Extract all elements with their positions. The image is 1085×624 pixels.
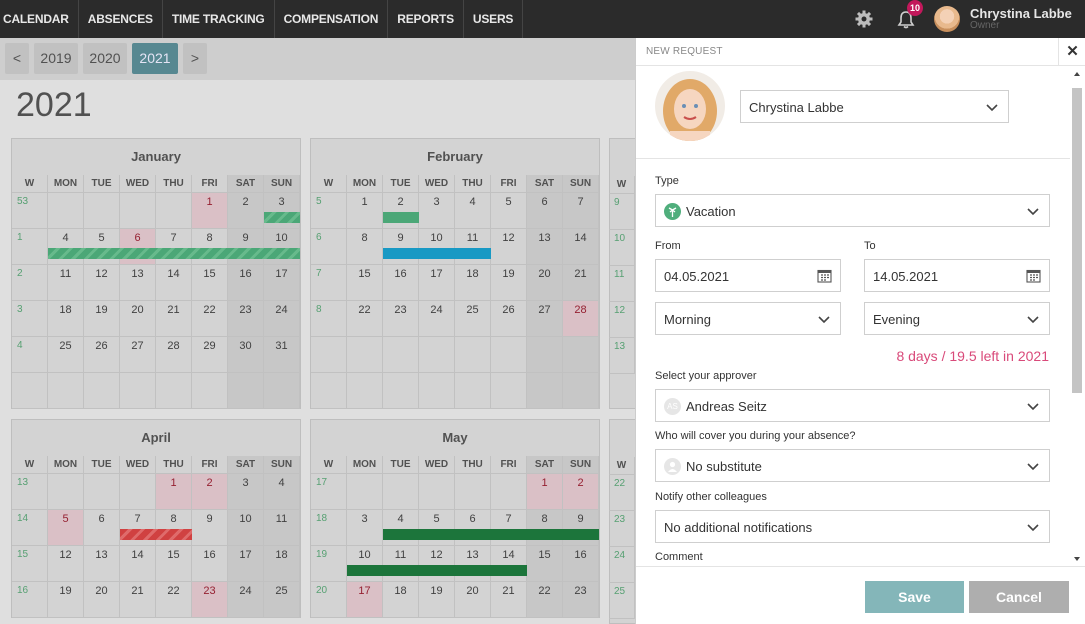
- from-date-value: 04.05.2021: [664, 269, 730, 284]
- nav-reports[interactable]: REPORTS: [388, 0, 464, 38]
- approver-label: Select your approver: [655, 370, 757, 382]
- to-date-input[interactable]: 14.05.2021: [864, 259, 1050, 292]
- substitute-value: No substitute: [686, 459, 762, 474]
- to-part-select[interactable]: Evening: [864, 302, 1050, 335]
- nav-users[interactable]: USERS: [464, 0, 524, 38]
- calendar-icon[interactable]: [1026, 268, 1041, 283]
- notify-value: No additional notifications: [664, 520, 813, 535]
- chevron-down-icon: [818, 316, 830, 324]
- approver-select[interactable]: AS Andreas Seitz: [655, 389, 1050, 422]
- close-button[interactable]: ✕: [1058, 38, 1085, 66]
- from-part-select[interactable]: Morning: [655, 302, 841, 335]
- calendar-icon[interactable]: [817, 268, 832, 283]
- substitute-select[interactable]: No substitute: [655, 449, 1050, 482]
- panel-header: NEW REQUEST ✕: [636, 38, 1085, 66]
- notify-label: Notify other colleagues: [655, 491, 767, 503]
- user-role: Owner: [970, 20, 1000, 31]
- to-date-value: 14.05.2021: [873, 269, 939, 284]
- notifications-button[interactable]: 10: [896, 0, 923, 30]
- type-select-value: Vacation: [686, 204, 736, 219]
- approver-value: Andreas Seitz: [686, 399, 767, 414]
- modal-backdrop[interactable]: [0, 38, 635, 624]
- divider: [636, 158, 1070, 159]
- panel-footer: Save Cancel: [636, 566, 1085, 624]
- notification-badge: 10: [907, 0, 923, 16]
- employee-select-value: Chrystina Labbe: [749, 100, 844, 115]
- chevron-down-icon: [986, 104, 998, 112]
- type-label: Type: [655, 175, 679, 187]
- nav-calendar[interactable]: CALENDAR: [0, 0, 79, 38]
- to-part-value: Evening: [873, 312, 920, 327]
- from-part-value: Morning: [664, 312, 711, 327]
- cancel-button[interactable]: Cancel: [969, 581, 1069, 613]
- employee-avatar: [655, 71, 725, 141]
- comment-label: Comment: [655, 551, 703, 563]
- save-button[interactable]: Save: [865, 581, 964, 613]
- panel-title: NEW REQUEST: [646, 46, 723, 57]
- days-summary: 8 days / 19.5 left in 2021: [896, 348, 1049, 364]
- type-select[interactable]: Vacation: [655, 194, 1050, 227]
- notify-select[interactable]: No additional notifications: [655, 510, 1050, 543]
- chevron-down-icon: [1027, 463, 1039, 471]
- palm-tree-icon: [664, 203, 681, 220]
- scrollbar[interactable]: [1071, 68, 1083, 565]
- from-date-input[interactable]: 04.05.2021: [655, 259, 841, 292]
- chevron-down-icon: [1027, 208, 1039, 216]
- nav-absences[interactable]: ABSENCES: [79, 0, 163, 38]
- user-name: Chrystina Labbe: [970, 6, 1072, 21]
- from-label: From: [655, 240, 681, 252]
- employee-select[interactable]: Chrystina Labbe: [740, 90, 1009, 123]
- to-label: To: [864, 240, 876, 252]
- chevron-down-icon: [1027, 403, 1039, 411]
- chevron-down-icon: [1027, 316, 1039, 324]
- gear-icon[interactable]: [854, 9, 874, 29]
- top-navigation: CALENDAR ABSENCES TIME TRACKING COMPENSA…: [0, 0, 1085, 38]
- new-request-panel: NEW REQUEST ✕ Chrystina Labbe Type Vacat…: [635, 38, 1085, 624]
- user-menu[interactable]: Chrystina Labbe Owner: [970, 7, 1085, 31]
- approver-initials: AS: [664, 398, 681, 415]
- chevron-down-icon: [1027, 524, 1039, 532]
- substitute-label: Who will cover you during your absence?: [655, 430, 856, 442]
- user-avatar[interactable]: [934, 6, 960, 32]
- user-icon: [664, 458, 681, 475]
- nav-compensation[interactable]: COMPENSATION: [275, 0, 389, 38]
- nav-time-tracking[interactable]: TIME TRACKING: [163, 0, 275, 38]
